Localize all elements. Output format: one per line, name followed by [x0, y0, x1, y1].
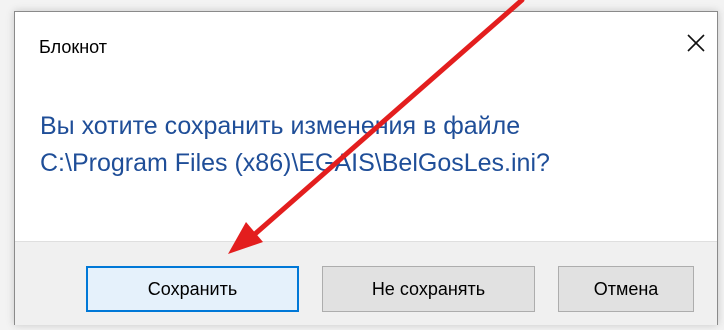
- title-bar: Блокнот: [15, 12, 717, 78]
- dialog-message: Вы хотите сохранить изменения в файле C:…: [40, 108, 700, 182]
- close-button[interactable]: [681, 28, 711, 58]
- message-line-1: Вы хотите сохранить изменения в файле: [40, 112, 521, 140]
- close-icon: [687, 34, 705, 52]
- cancel-button[interactable]: Отмена: [558, 266, 694, 312]
- button-bar: Сохранить Не сохранять Отмена: [15, 241, 717, 325]
- dont-save-button[interactable]: Не сохранять: [322, 266, 535, 312]
- save-changes-dialog: Блокнот Вы хотите сохранить изменения в …: [14, 11, 718, 325]
- message-file-path: C:\Program Files (x86)\EGAIS\BelGosLes.i…: [40, 149, 550, 177]
- window-title: Блокнот: [39, 37, 108, 57]
- save-button[interactable]: Сохранить: [86, 266, 299, 312]
- screenshot-stage: Блокнот Вы хотите сохранить изменения в …: [0, 0, 724, 330]
